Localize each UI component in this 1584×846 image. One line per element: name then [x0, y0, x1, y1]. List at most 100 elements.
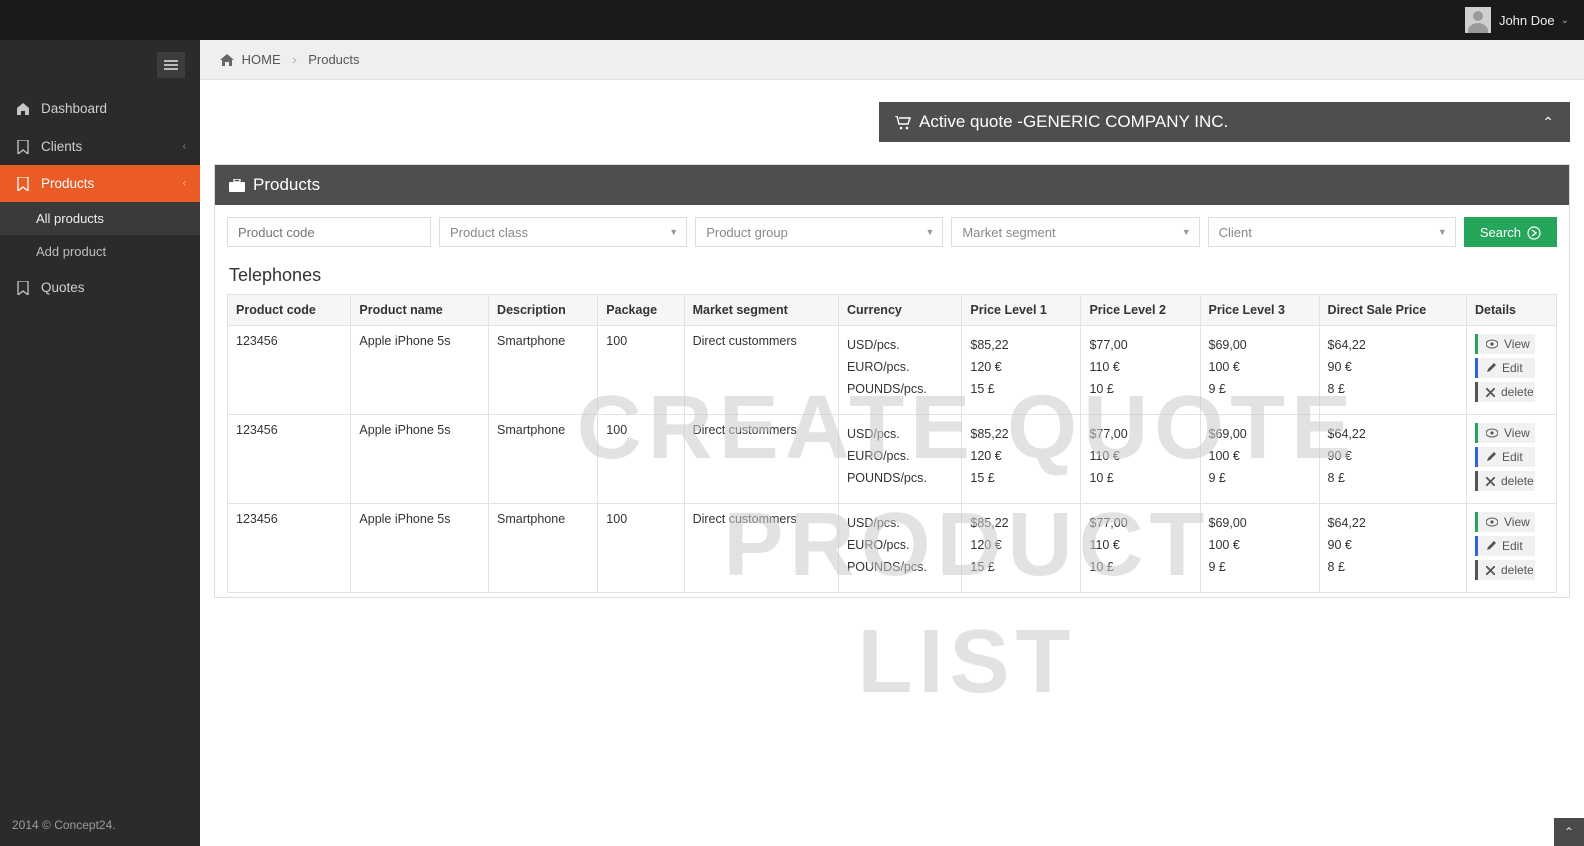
edit-button[interactable]: Edit — [1475, 447, 1535, 467]
bookmark-icon — [15, 138, 31, 153]
cell-package: 100 — [598, 415, 684, 504]
home-icon — [220, 52, 238, 67]
cell-segment: Direct custommers — [684, 415, 838, 504]
sidebar-item-dashboard[interactable]: Dashboard — [0, 90, 200, 127]
cell-pl2: $77,00110 €10 £ — [1081, 504, 1200, 593]
breadcrumb-current: Products — [308, 52, 359, 67]
cell-dsp: $64,2290 €8 £ — [1319, 326, 1466, 415]
cart-icon — [895, 112, 911, 132]
cell-actions: View Edit delete — [1467, 504, 1557, 593]
section-title: Telephones — [229, 265, 1557, 286]
view-button[interactable]: View — [1475, 512, 1535, 532]
sidebar-subitem-add-product[interactable]: Add product — [0, 235, 200, 268]
cell-pl1: $85,22120 €15 £ — [962, 326, 1081, 415]
edit-button[interactable]: Edit — [1475, 536, 1535, 556]
select-placeholder: Client — [1219, 225, 1252, 240]
col-segment: Market segment — [684, 295, 838, 326]
cell-actions: View Edit delete — [1467, 326, 1557, 415]
cell-name: Apple iPhone 5s — [351, 415, 489, 504]
pencil-icon — [1486, 362, 1496, 374]
sidebar-item-products[interactable]: Products ‹ — [0, 165, 200, 202]
cell-name: Apple iPhone 5s — [351, 326, 489, 415]
cell-code: 123456 — [228, 504, 351, 593]
delete-button[interactable]: delete — [1475, 471, 1535, 491]
button-label: Edit — [1502, 361, 1523, 375]
button-label: delete — [1501, 474, 1534, 488]
cell-desc: Smartphone — [489, 326, 598, 415]
col-currency: Currency — [838, 295, 961, 326]
cell-currency: USD/pcs.EURO/pcs.POUNDS/pcs. — [838, 415, 961, 504]
user-name: John Doe — [1499, 13, 1555, 28]
search-button[interactable]: Search — [1464, 217, 1557, 247]
close-icon — [1486, 564, 1495, 576]
active-quote-bar[interactable]: Active quote - GENERIC COMPANY INC. ⌃ — [879, 102, 1570, 142]
panel-body: Product class ▼ Product group ▼ Market s… — [215, 205, 1569, 597]
pencil-icon — [1486, 451, 1496, 463]
table-row: 123456Apple iPhone 5sSmartphone100Direct… — [228, 326, 1557, 415]
chevron-left-icon: ‹ — [183, 141, 186, 152]
cell-segment: Direct custommers — [684, 504, 838, 593]
button-label: View — [1504, 337, 1530, 351]
sidebar-subitem-all-products[interactable]: All products — [0, 202, 200, 235]
cell-pl3: $69,00100 €9 £ — [1200, 326, 1319, 415]
view-button[interactable]: View — [1475, 334, 1535, 354]
sidebar-item-label: Dashboard — [41, 101, 107, 116]
delete-button[interactable]: delete — [1475, 382, 1535, 402]
breadcrumb: HOME › Products — [200, 40, 1584, 80]
sidebar: Dashboard Clients ‹ Products ‹ All produ… — [0, 40, 200, 846]
dropdown-icon: ▼ — [1182, 227, 1191, 237]
pencil-icon — [1486, 540, 1496, 552]
button-label: View — [1504, 426, 1530, 440]
cell-currency: USD/pcs.EURO/pcs.POUNDS/pcs. — [838, 504, 961, 593]
cell-pl1: $85,22120 €15 £ — [962, 504, 1081, 593]
edit-button[interactable]: Edit — [1475, 358, 1535, 378]
col-desc: Description — [489, 295, 598, 326]
close-icon — [1486, 386, 1495, 398]
cell-desc: Smartphone — [489, 504, 598, 593]
cell-pl3: $69,00100 €9 £ — [1200, 415, 1319, 504]
cell-package: 100 — [598, 326, 684, 415]
cell-actions: View Edit delete — [1467, 415, 1557, 504]
view-button[interactable]: View — [1475, 423, 1535, 443]
cell-pl2: $77,00110 €10 £ — [1081, 326, 1200, 415]
cell-pl1: $85,22120 €15 £ — [962, 415, 1081, 504]
sidebar-item-quotes[interactable]: Quotes — [0, 268, 200, 305]
sidebar-item-label: Quotes — [41, 280, 85, 295]
eye-icon — [1486, 516, 1498, 528]
client-select[interactable]: Client ▼ — [1208, 217, 1456, 247]
cell-currency: USD/pcs.EURO/pcs.POUNDS/pcs. — [838, 326, 961, 415]
chevron-down-icon: ⌄ — [1561, 15, 1569, 26]
table-row: 123456Apple iPhone 5sSmartphone100Direct… — [228, 504, 1557, 593]
delete-button[interactable]: delete — [1475, 560, 1535, 580]
product-class-select[interactable]: Product class ▼ — [439, 217, 687, 247]
arrow-right-circle-icon — [1527, 224, 1541, 240]
table-header-row: Product code Product name Description Pa… — [228, 295, 1557, 326]
search-button-label: Search — [1480, 225, 1521, 240]
product-group-select[interactable]: Product group ▼ — [695, 217, 943, 247]
select-placeholder: Product class — [450, 225, 528, 240]
filters: Product class ▼ Product group ▼ Market s… — [227, 217, 1557, 247]
cell-pl3: $69,00100 €9 £ — [1200, 504, 1319, 593]
scroll-top-button[interactable]: ⌃ — [1554, 818, 1584, 846]
active-quote-prefix: Active quote - — [919, 112, 1023, 132]
table-row: 123456Apple iPhone 5sSmartphone100Direct… — [228, 415, 1557, 504]
dropdown-icon: ▼ — [925, 227, 934, 237]
panel-title: Products — [253, 175, 320, 195]
sidebar-subitem-label: Add product — [36, 244, 106, 259]
button-label: Edit — [1502, 539, 1523, 553]
col-details: Details — [1467, 295, 1557, 326]
eye-icon — [1486, 338, 1498, 350]
footer-text: 2014 © Concept24. — [12, 818, 116, 832]
market-segment-select[interactable]: Market segment ▼ — [951, 217, 1199, 247]
products-table: Product code Product name Description Pa… — [227, 294, 1557, 593]
breadcrumb-home[interactable]: HOME — [242, 52, 281, 67]
select-placeholder: Market segment — [962, 225, 1055, 240]
product-code-input[interactable] — [227, 217, 431, 247]
cell-name: Apple iPhone 5s — [351, 504, 489, 593]
sidebar-item-clients[interactable]: Clients ‹ — [0, 127, 200, 164]
cell-desc: Smartphone — [489, 415, 598, 504]
user-menu[interactable]: John Doe ⌄ — [1465, 7, 1569, 33]
briefcase-icon — [229, 175, 245, 195]
sidebar-subitem-label: All products — [36, 211, 104, 226]
sidebar-toggle-button[interactable] — [157, 52, 185, 78]
